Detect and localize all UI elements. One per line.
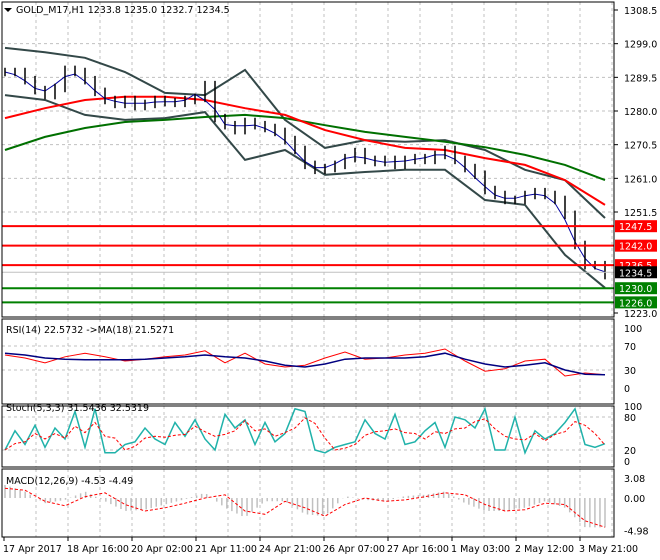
price-tick-label: 1223.0 [624,309,657,320]
price-panel[interactable] [2,46,614,304]
price-tick-label: 1280.0 [624,107,657,118]
price-tick-label: 1308.5 [624,6,657,17]
time-tick-label: 20 Apr 02:00 [131,544,193,555]
macd-tick-label: -4.98 [624,526,649,537]
macd-signal-line [4,487,606,528]
bollinger-upper-band [4,46,606,219]
time-tick-label: 3 May 21:00 [579,544,638,555]
stoch-tick-label: 100 [624,402,642,413]
smoothed-price-line [4,71,606,273]
time-tick-label: 27 Apr 16:00 [387,544,449,555]
time-tick-label: 24 Apr 21:00 [259,544,321,555]
price-tick-label: 1261.0 [624,174,657,185]
stochastic-panel[interactable] [4,406,606,455]
macd-panel[interactable] [4,485,606,528]
price-tick-label: 1299.0 [624,40,657,51]
stoch-tick-label: 0 [624,457,630,468]
time-tick-label: 26 Apr 07:00 [323,544,385,555]
rsi-tick-label: 100 [624,324,642,335]
rsi-line [4,348,606,377]
rsi-tick-label: 30 [624,366,636,377]
macd-title: MACD(12,26,9) -4.53 -4.49 [6,476,133,487]
stoch-title: Stoch(5,3,3) 31.5436 32.5319 [6,403,149,414]
time-tick-label: 17 Apr 2017 [3,544,62,555]
stoch-tick-label: 80 [624,413,636,424]
price-tick-label: 1251.5 [624,208,657,219]
current-price-label: 1234.5 [619,268,652,279]
stoch-signal-line [4,417,606,451]
grid [2,2,614,537]
rsi-title: RSI(14) 22.5732 ->MA(18) 21.5271 [6,325,174,336]
price-tick-label: 1289.5 [624,73,657,84]
symbol-header: GOLD_M17,H1 1233.8 1235.0 1232.7 1234.5 [16,5,230,16]
price-tick-label: 1270.5 [624,141,657,152]
dropdown-triangle-icon[interactable] [4,8,12,12]
rsi-tick-label: 0 [624,384,630,395]
rsi-ma-line [4,352,606,376]
macd-tick-label: 0.00 [624,494,645,505]
time-tick-label: 18 Apr 16:00 [67,544,129,555]
macd-tick-label: 3.08 [624,474,645,485]
level-price-label: 1242.0 [619,242,652,253]
time-tick-label: 1 May 03:00 [451,544,510,555]
rsi-panel[interactable] [4,348,606,377]
level-price-label: 1247.5 [619,222,652,233]
level-price-label: 1226.0 [619,298,652,309]
level-price-label: 1230.0 [619,284,652,295]
panel-frame [1,1,615,318]
rsi-tick-label: 70 [624,342,636,353]
trading-chart[interactable]: 1247.51242.01236.51230.01226.01234.51308… [0,0,660,560]
time-tick-label: 2 May 12:00 [515,544,574,555]
stoch-main-line [4,406,606,455]
stoch-tick-label: 20 [624,446,636,457]
bollinger-lower-band [4,94,606,289]
time-tick-label: 21 Apr 11:00 [195,544,257,555]
